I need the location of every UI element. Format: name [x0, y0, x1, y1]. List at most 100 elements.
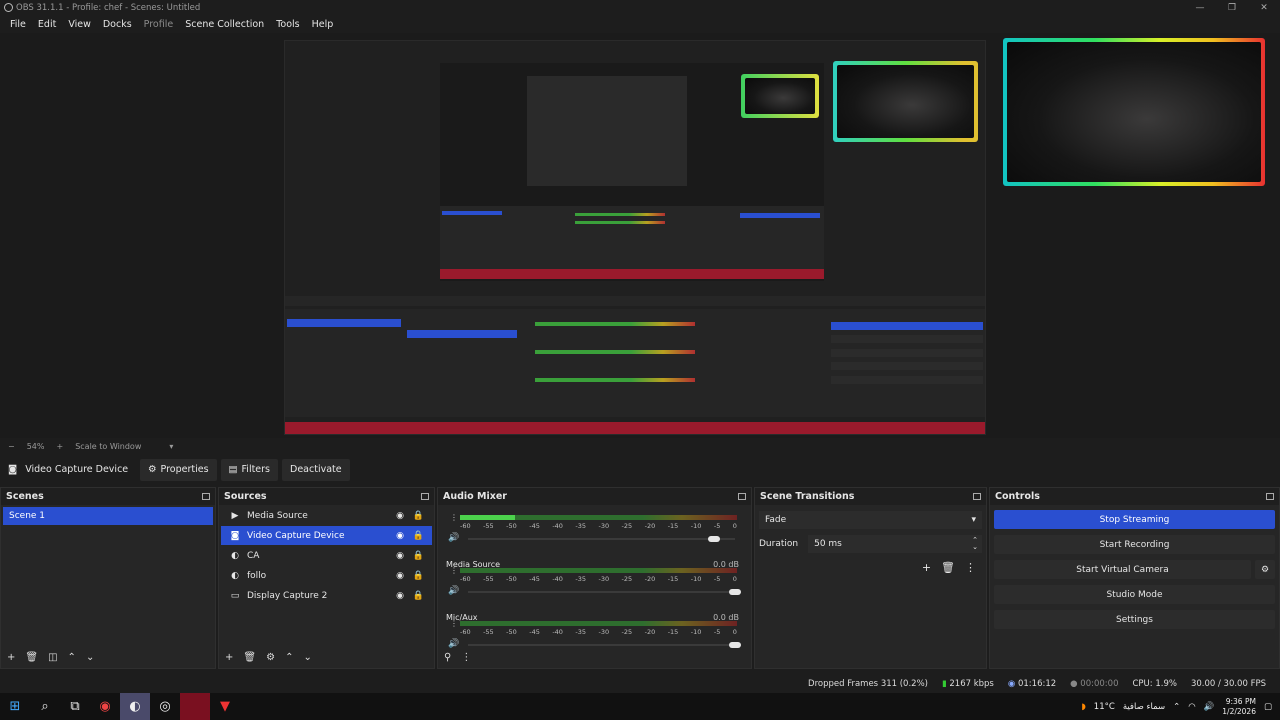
- camera-icon: ◙: [8, 464, 18, 475]
- menu-help[interactable]: Help: [306, 19, 340, 30]
- volume-slider[interactable]: [468, 589, 741, 595]
- gear-icon: ⚙: [148, 464, 157, 475]
- eye-icon[interactable]: ◉: [396, 511, 404, 521]
- windows-start-icon[interactable]: ⊞: [0, 693, 30, 720]
- add-icon[interactable]: +: [7, 652, 15, 663]
- add-icon[interactable]: +: [225, 652, 233, 663]
- tick-label: 0: [732, 522, 737, 530]
- stream-icon: ◉: [1007, 679, 1016, 689]
- close-icon[interactable]: ✕: [1248, 0, 1280, 15]
- source-item[interactable]: ◐ CA ◉ 🔒: [221, 546, 432, 565]
- lock-icon[interactable]: 🔒: [413, 571, 424, 581]
- app-icon[interactable]: [180, 693, 210, 720]
- volume-knob[interactable]: [729, 589, 741, 595]
- lock-icon[interactable]: 🔒: [413, 511, 424, 521]
- spin-arrows-icon[interactable]: ⌃ ⌄: [972, 537, 978, 551]
- lock-icon[interactable]: 🔒: [413, 531, 424, 541]
- studio-mode-button[interactable]: Studio Mode: [994, 585, 1275, 604]
- move-down-icon[interactable]: ⌄: [303, 652, 311, 663]
- source-item[interactable]: ▭ Display Capture 2 ◉ 🔒: [221, 586, 432, 605]
- move-up-icon[interactable]: ⌃: [285, 652, 293, 663]
- move-down-icon[interactable]: ⌄: [86, 652, 94, 663]
- more-icon[interactable]: ⋮: [450, 566, 458, 575]
- lock-icon[interactable]: 🔒: [413, 551, 424, 561]
- undock-icon[interactable]: [421, 493, 429, 500]
- zoom-out-icon[interactable]: −: [8, 442, 15, 451]
- speaker-icon[interactable]: 🔊: [448, 533, 459, 543]
- more-icon[interactable]: ⋮: [450, 513, 458, 522]
- menu-profile[interactable]: Profile: [138, 19, 180, 30]
- active-source-name: Video Capture Device: [25, 464, 129, 475]
- trash-icon[interactable]: 🗑: [941, 561, 955, 574]
- duration-spinbox[interactable]: 50 ms ⌃ ⌄: [808, 535, 982, 553]
- eye-icon[interactable]: ◉: [396, 571, 404, 581]
- move-up-icon[interactable]: ⌃: [68, 652, 76, 663]
- volume-slider[interactable]: [468, 536, 735, 542]
- menu-view[interactable]: View: [62, 19, 97, 30]
- minimize-icon[interactable]: —: [1184, 0, 1216, 15]
- chevron-up-icon[interactable]: ⌃: [1173, 702, 1180, 712]
- audio-mixer-title: Audio Mixer: [443, 491, 507, 502]
- tick-label: -55: [483, 628, 494, 636]
- start-virtual-camera-button[interactable]: Start Virtual Camera: [994, 560, 1251, 579]
- menu-tools[interactable]: Tools: [270, 19, 305, 30]
- app-icon[interactable]: ▼: [210, 693, 240, 720]
- volume-knob[interactable]: [707, 536, 720, 542]
- speaker-icon[interactable]: 🔊: [448, 586, 459, 596]
- more-icon[interactable]: ⋮: [965, 561, 976, 574]
- wifi-icon[interactable]: ◠: [1188, 702, 1195, 712]
- trash-icon[interactable]: 🗑: [243, 652, 256, 663]
- trash-icon[interactable]: 🗑: [25, 652, 38, 663]
- chevron-down-icon[interactable]: ▾: [169, 442, 173, 451]
- source-item[interactable]: ◐ follo ◉ 🔒: [221, 566, 432, 585]
- chrome-icon[interactable]: ◉: [90, 693, 120, 720]
- app-icon[interactable]: ◐: [120, 693, 150, 720]
- gear-icon[interactable]: ⚙: [1255, 560, 1275, 579]
- filters-button[interactable]: ▤ Filters: [220, 458, 279, 481]
- gear-icon[interactable]: ⚙: [266, 652, 275, 663]
- zoom-in-icon[interactable]: +: [56, 442, 63, 451]
- eye-icon[interactable]: ◉: [396, 551, 404, 561]
- webcam-video-capture[interactable]: [1003, 38, 1265, 186]
- stream-time: 01:16:12: [1017, 679, 1057, 689]
- lock-icon[interactable]: 🔒: [413, 591, 424, 601]
- source-item[interactable]: ▶ Media Source ◉ 🔒: [221, 506, 432, 525]
- more-icon[interactable]: ⋮: [450, 619, 458, 628]
- maximize-icon[interactable]: ❐: [1216, 0, 1248, 15]
- more-icon[interactable]: ⋮: [461, 652, 471, 663]
- menu-edit[interactable]: Edit: [32, 19, 62, 30]
- menu-file[interactable]: File: [4, 19, 32, 30]
- stop-streaming-button[interactable]: Stop Streaming: [994, 510, 1275, 529]
- eye-icon[interactable]: ◉: [396, 531, 404, 541]
- menu-docks[interactable]: Docks: [97, 19, 138, 30]
- scale-mode[interactable]: Scale to Window: [75, 442, 141, 451]
- undock-icon[interactable]: [973, 493, 981, 500]
- meter-ticks: -60 -55 -50 -45 -40 -35 -30 -25 -20 -15 -10 -5 0: [460, 575, 737, 583]
- link-icon[interactable]: ⚲: [444, 652, 451, 663]
- obs-icon[interactable]: ◎: [150, 693, 180, 720]
- eye-icon[interactable]: ◉: [396, 591, 404, 601]
- deactivate-button[interactable]: Deactivate: [282, 458, 350, 481]
- properties-button[interactable]: ⚙ Properties: [140, 458, 217, 481]
- notification-icon[interactable]: ▢: [1264, 702, 1272, 712]
- transition-select[interactable]: Fade ▾: [759, 511, 982, 529]
- start-recording-button[interactable]: Start Recording: [994, 535, 1275, 554]
- settings-button[interactable]: Settings: [994, 610, 1275, 629]
- tick-label: -55: [483, 522, 494, 530]
- filter-icon[interactable]: ◫: [48, 652, 57, 663]
- search-icon[interactable]: ⌕: [30, 693, 60, 720]
- meter-ticks: -60 -55 -50 -45 -40 -35 -30 -25 -20 -15 -10 -5 0: [460, 522, 737, 530]
- volume-icon[interactable]: 🔊: [1204, 702, 1215, 712]
- add-icon[interactable]: +: [922, 561, 931, 574]
- source-item[interactable]: ◙ Video Capture Device ◉ 🔒: [221, 526, 432, 545]
- menu-scene-collection[interactable]: Scene Collection: [179, 19, 270, 30]
- tick-label: -50: [506, 522, 517, 530]
- undock-icon[interactable]: [738, 493, 746, 500]
- undock-icon[interactable]: [202, 493, 210, 500]
- task-view-icon[interactable]: ⧉: [60, 693, 90, 720]
- scene-item[interactable]: Scene 1: [3, 507, 213, 525]
- tick-label: -45: [529, 628, 540, 636]
- zoom-level: 54%: [26, 442, 45, 451]
- tick-label: -15: [667, 575, 679, 583]
- undock-icon[interactable]: [1266, 493, 1274, 500]
